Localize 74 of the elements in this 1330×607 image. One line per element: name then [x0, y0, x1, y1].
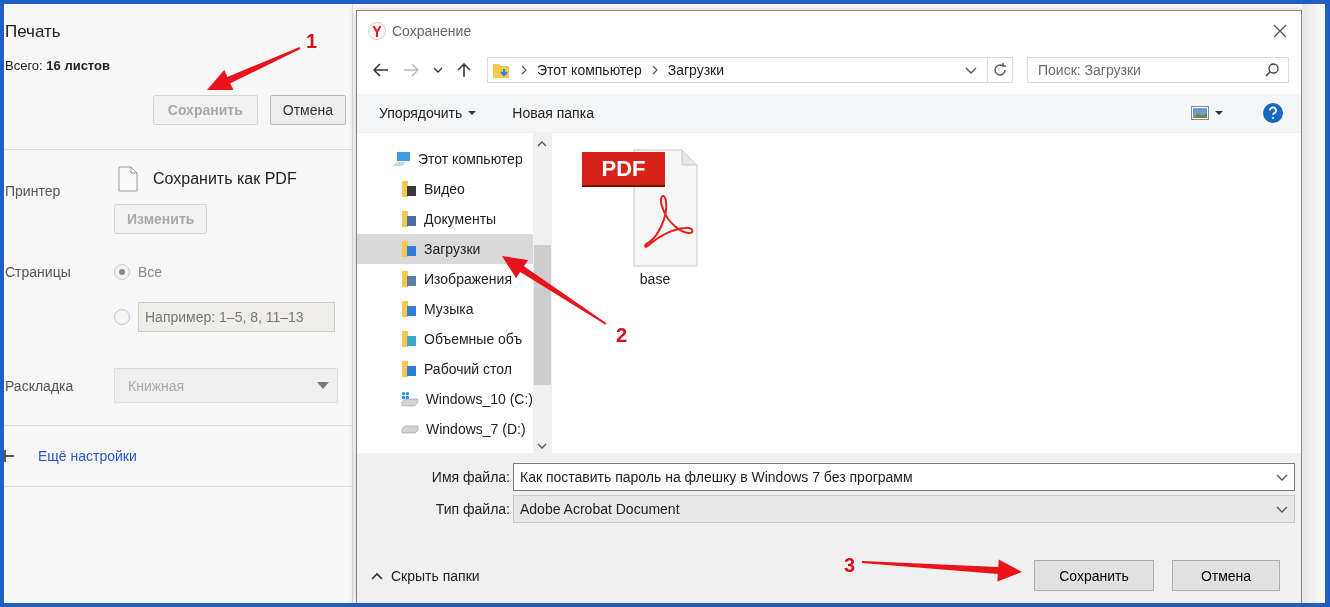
folder-tree-item[interactable]: Изображения [357, 264, 533, 294]
chevron-right-icon [651, 65, 658, 75]
folder-icon [401, 180, 417, 198]
plus-icon [4, 450, 14, 462]
radio-button[interactable] [114, 309, 130, 325]
dialog-title: Сохранение [392, 23, 472, 39]
folder-tree-item[interactable]: Windows_10 (C:) [357, 384, 533, 414]
hide-folders-button[interactable]: Скрыть папки [371, 567, 480, 584]
chevron-right-icon [521, 65, 527, 75]
back-arrow-icon[interactable] [373, 63, 389, 77]
pages-label: Страницы [5, 264, 72, 282]
panel-title: Печать [5, 22, 61, 42]
close-icon[interactable] [1273, 24, 1287, 38]
help-icon[interactable] [1263, 103, 1283, 123]
total-sheets-text: Всего: 16 листов [5, 58, 111, 73]
radio-button[interactable] [114, 264, 130, 280]
scrollbar[interactable] [533, 133, 551, 453]
document-icon [118, 166, 138, 192]
step-number: 1 [306, 30, 318, 53]
more-settings-link[interactable]: Ещё настройки [38, 448, 137, 464]
up-arrow-icon[interactable] [457, 62, 471, 78]
cancel-button[interactable]: Отмена [269, 95, 346, 125]
address-bar[interactable]: Этот компьютер Загрузки [487, 57, 1013, 83]
file-name-field[interactable]: Как поставить пароль на флешку в Windows 7 без программ [513, 463, 1295, 491]
scroll-down-icon[interactable] [537, 443, 547, 449]
folder-tree-item[interactable]: Музыка [357, 294, 533, 324]
search-field[interactable]: Поиск: Загрузки [1027, 57, 1289, 83]
folder-icon [401, 240, 417, 258]
step-number: 3 [844, 554, 856, 577]
chevron-up-icon [371, 571, 383, 580]
page-range-field[interactable]: Например: 1–5, 8, 11–13 [138, 302, 335, 332]
folder-icon [401, 330, 417, 348]
folder-tree-item[interactable]: Загрузки [357, 234, 533, 264]
browser-logo-icon [368, 22, 386, 40]
folder-icon [401, 360, 417, 378]
save-button[interactable]: Сохранить [1034, 560, 1154, 591]
chevron-down-icon[interactable] [433, 67, 443, 73]
caret-icon [317, 382, 329, 389]
breadcrumb-item[interactable]: Загрузки [667, 62, 725, 78]
cancel-button[interactable]: Отмена [1172, 560, 1280, 591]
computer-icon [393, 151, 411, 167]
printer-name: Сохранить как PDF [153, 170, 297, 188]
folder-tree-item[interactable]: Документы [357, 204, 533, 234]
view-icon[interactable] [1191, 106, 1209, 120]
layout-label: Раскладка [5, 377, 75, 394]
search-icon [1265, 63, 1279, 77]
file-type-dropdown[interactable]: Adobe Acrobat Document [513, 495, 1295, 523]
folder-tree-item[interactable]: Видео [357, 174, 533, 204]
file-type-label: Тип файла: [434, 501, 510, 517]
option-label: Все [138, 264, 163, 280]
scroll-up-icon[interactable] [537, 141, 547, 147]
step-number: 2 [616, 324, 628, 347]
printer-label: Принтер [5, 182, 62, 201]
folder-icon [401, 210, 417, 228]
refresh-icon [992, 62, 1008, 78]
chevron-down-icon[interactable] [965, 66, 977, 74]
new-folder-button[interactable]: Новая папка [512, 105, 594, 121]
drive-icon [401, 424, 419, 434]
folder-tree-item[interactable]: Объемные объ [357, 324, 533, 354]
folder-icon [401, 270, 417, 288]
chevron-down-icon [1276, 505, 1288, 513]
chevron-down-icon [1276, 473, 1288, 481]
breadcrumb-item[interactable]: Этот компьютер [537, 62, 642, 78]
caret-icon [468, 111, 477, 115]
folder-tree-item[interactable]: Windows_7 (D:) [357, 414, 533, 444]
folder-tree-item[interactable]: Рабочий стол [357, 354, 533, 384]
folder-tree-item[interactable]: Этот компьютер [357, 144, 533, 174]
caret-icon[interactable] [1215, 111, 1223, 115]
folder-icon [401, 300, 417, 318]
file-item[interactable]: PDF base [578, 149, 702, 287]
organize-menu[interactable]: Упорядочить [379, 105, 463, 121]
file-name-label: Имя файла: [430, 469, 510, 485]
downloads-folder-icon [493, 62, 511, 78]
drive-icon [401, 391, 419, 407]
